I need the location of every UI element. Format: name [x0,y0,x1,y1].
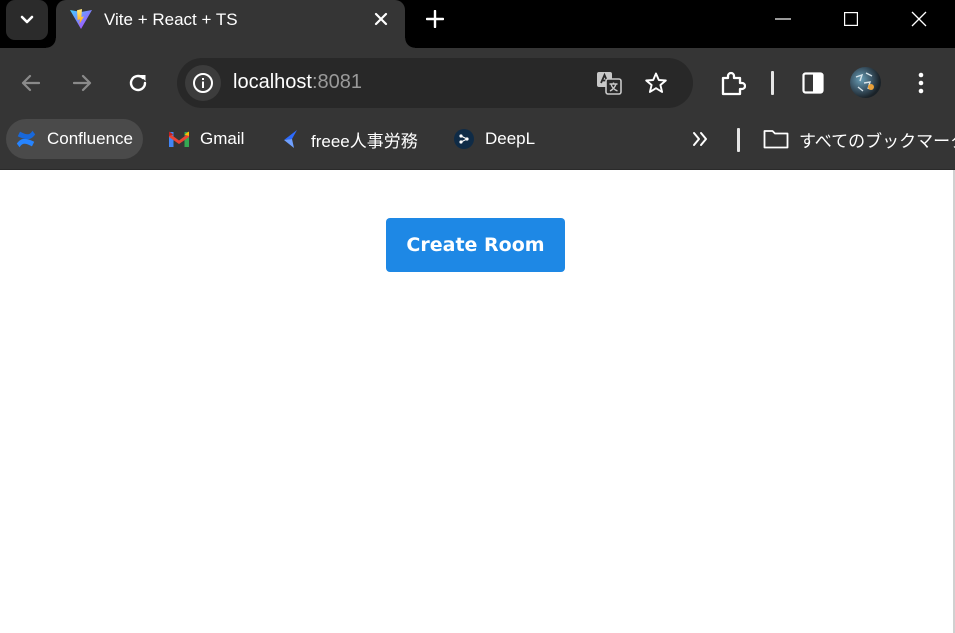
menu-button[interactable] [903,65,939,101]
toolbar-separator [771,71,774,95]
gmail-icon [168,128,190,150]
tab-search-button[interactable] [6,0,48,40]
page-content: Create Room [0,170,953,633]
url-host: localhost [233,71,312,93]
freee-icon [279,128,301,150]
bookmarks-separator [737,128,740,152]
plus-icon [426,10,444,28]
url-port: :8081 [311,71,362,93]
browser-toolbar: localhost:8081 [0,48,955,117]
url-text[interactable]: localhost:8081 [233,71,362,94]
minimize-icon [775,18,791,20]
tab-strip: Vite + React + TS [0,0,955,48]
maximize-button[interactable] [817,0,885,38]
tab-title: Vite + React + TS [104,10,238,29]
deepl-icon [453,128,475,150]
double-chevron-right-icon [693,132,707,146]
reload-button[interactable] [120,65,156,101]
site-info-button[interactable] [185,65,221,101]
translate-button[interactable] [595,69,623,97]
folder-icon [763,128,789,150]
bookmark-freee[interactable]: freee人事労務 [279,119,418,159]
more-vertical-icon [918,72,924,94]
vite-icon [70,9,92,29]
close-icon [374,12,388,26]
bookmark-label: Confluence [47,129,134,148]
maximize-icon [844,12,858,26]
forward-button[interactable] [65,65,101,101]
reload-icon [129,74,147,92]
side-panel-icon [802,72,824,94]
extensions-button[interactable] [715,65,751,101]
close-window-button[interactable] [885,0,953,38]
bookmark-label: freee人事労務 [311,131,418,151]
close-icon [911,11,927,27]
more-bookmarks-button[interactable] [692,119,708,159]
minimize-button[interactable] [749,0,817,38]
new-tab-button[interactable] [421,5,449,33]
arrow-left-icon [21,74,40,92]
bookmark-star-button[interactable] [642,69,670,97]
bookmark-gmail[interactable]: Gmail [168,119,244,159]
all-bookmarks-label: すべてのブックマーク [799,131,955,151]
arrow-right-icon [73,74,92,92]
bookmark-confluence[interactable]: Confluence [6,119,144,159]
tab-close-button[interactable] [371,9,391,29]
bookmarks-bar: Confluence Gmail freee人事労務 DeepL すべてのブック… [0,117,955,170]
bookmark-label: Gmail [200,129,245,148]
star-icon [645,72,667,93]
side-panel-button[interactable] [795,65,831,101]
info-icon [193,73,213,93]
profile-picture-icon [855,72,874,92]
translate-icon [597,72,622,95]
address-bar[interactable]: localhost:8081 [177,58,693,108]
create-room-button[interactable]: Create Room [386,218,565,272]
all-bookmarks-button[interactable]: すべてのブックマーク [763,119,955,159]
bookmark-deepl[interactable]: DeepL [453,119,535,159]
active-tab[interactable]: Vite + React + TS [46,0,415,48]
confluence-icon [15,128,37,150]
puzzle-icon [721,71,746,96]
profile-avatar[interactable] [850,67,881,98]
bookmark-label: DeepL [485,129,536,148]
chevron-down-icon [20,15,34,24]
back-button[interactable] [12,65,48,101]
